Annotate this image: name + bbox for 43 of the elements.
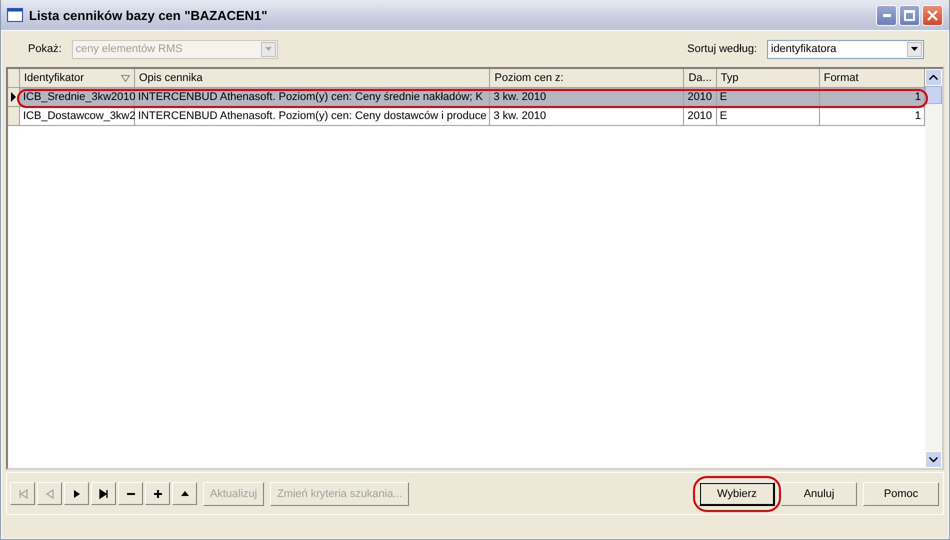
dialog-button[interactable]: Wybierz [699,482,775,506]
sort-indicator-icon [121,74,130,82]
add-record-button[interactable] [145,482,170,505]
show-label: Pokaż: [28,43,62,55]
table-cell: 3 kw. 2010 [490,107,684,126]
sort-label: Sortuj według: [687,43,757,55]
column-header[interactable]: Format [820,69,925,88]
close-button[interactable] [922,4,943,26]
current-row-icon [11,92,16,102]
column-header[interactable]: Identyfikator [20,69,135,88]
window-title: Lista cenników bazy cen "BAZACEN1" [29,8,268,22]
column-header[interactable]: Da... [684,69,717,88]
prev-icon [44,488,56,500]
dropdown-arrow-icon [264,47,272,51]
row-indicator[interactable] [8,88,20,107]
delete-record-button[interactable] [118,482,143,505]
column-header[interactable]: Opis cennika [135,69,490,88]
maximize-icon [904,10,915,20]
scroll-down-button[interactable] [925,451,942,468]
column-header[interactable]: Typ [716,69,820,88]
table-cell: INTERCENBUD Athenasoft. Poziom(y) cen: Ceny dostawców i produce [135,107,490,126]
first-icon [16,488,28,500]
up-record-button[interactable] [172,482,197,505]
table-cell: ICB_Dostawcow_3kw2 [20,107,135,126]
scroll-up-button[interactable] [925,69,942,86]
add-icon [152,488,164,500]
minimize-button[interactable] [876,4,897,26]
window-icon [7,8,23,22]
column-header[interactable]: Poziom cen z: [490,69,684,88]
last-icon [98,488,110,500]
header-corner [8,69,20,88]
dialog-button[interactable]: Pomoc [863,482,939,506]
minimize-icon [882,14,890,16]
next-record-button[interactable] [64,482,89,505]
sort-dropdown[interactable]: identyfikatora [767,40,924,58]
close-icon [927,10,938,20]
dialog-button[interactable]: Anuluj [781,482,857,506]
scroll-thumb[interactable] [925,86,942,104]
table-cell: E [716,107,820,126]
dropdown-arrow-icon [911,47,918,51]
table-cell: 2010 [684,107,717,126]
maximize-button[interactable] [899,4,920,26]
last-record-button[interactable] [91,482,116,505]
